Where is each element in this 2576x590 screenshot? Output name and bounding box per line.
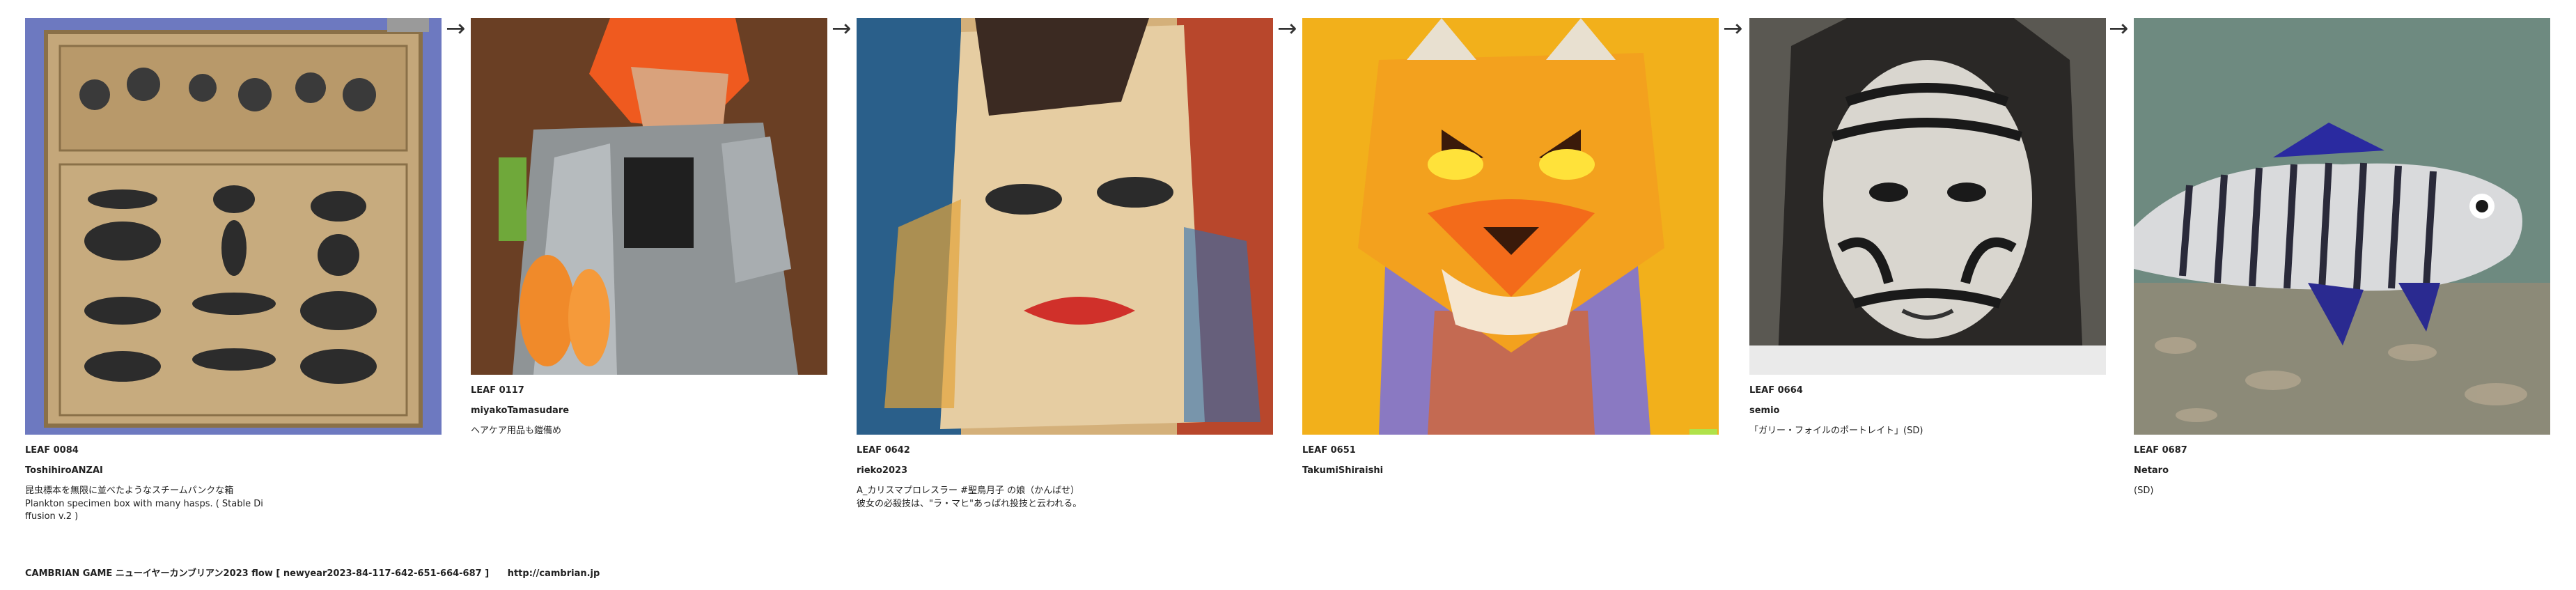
leaf-id: LEAF 0642	[857, 445, 910, 456]
flow-arrow-icon: →	[1723, 15, 1743, 42]
leaf-image-striped-fish[interactable]	[2134, 18, 2550, 435]
leaf-description: 「ガリー・フォイルのポートレイト」(SD)	[1749, 425, 1923, 436]
leaf-image-tattooed-face[interactable]	[1749, 18, 2106, 375]
leaf-author[interactable]: miyakoTamasudare	[471, 405, 827, 418]
leaf-author[interactable]: Netaro	[2134, 465, 2550, 478]
leaf-image-specimen-box[interactable]	[25, 18, 442, 435]
leaf-id: LEAF 0664	[1749, 385, 1803, 396]
leaf-id: LEAF 0117	[471, 385, 524, 396]
leaf-description: 昆虫標本を無限に並べたようなスチームパンクな箱 Plankton specime…	[25, 485, 263, 522]
leaf-card-0664[interactable]: LEAF 0664 semio 「ガリー・フォイルのポートレイト」(SD)	[1749, 18, 2106, 438]
leaf-author[interactable]: ToshihiroANZAI	[25, 465, 442, 478]
leaf-card-0687[interactable]: LEAF 0687 Netaro (SD)	[2134, 18, 2550, 498]
leaf-image-painted-face[interactable]	[857, 18, 1273, 435]
leaf-id: LEAF 0687	[2134, 445, 2187, 456]
flow-arrow-icon: →	[832, 15, 852, 42]
leaf-author[interactable]: rieko2023	[857, 465, 1273, 478]
leaf-id: LEAF 0651	[1302, 445, 1356, 456]
flow-arrow-icon: →	[2109, 15, 2129, 42]
leaf-description: ヘアケア用品も鎧備め	[471, 425, 562, 436]
leaf-image-tiger[interactable]	[1302, 18, 1719, 435]
leaf-author[interactable]: TakumiShiraishi	[1302, 465, 1719, 478]
footer-site-link[interactable]: http://cambrian.jp	[508, 568, 600, 579]
leaf-description: A_カリスマプロレスラー #聖鳥月子 の娘（かんばせ） 彼女の必殺技は、"ラ・マ…	[857, 485, 1082, 509]
leaf-card-0642[interactable]: LEAF 0642 rieko2023 A_カリスマプロレスラー #聖鳥月子 の…	[857, 18, 1273, 511]
leaf-card-0117[interactable]: LEAF 0117 miyakoTamasudare ヘアケア用品も鎧備め	[471, 18, 827, 438]
footer-flow-title: CAMBRIAN GAME ニューイヤーカンブリアン2023 flow [ ne…	[25, 568, 490, 579]
leaf-author[interactable]: semio	[1749, 405, 2106, 418]
leaf-id: LEAF 0084	[25, 445, 79, 456]
footer: CAMBRIAN GAME ニューイヤーカンブリアン2023 flow [ ne…	[25, 566, 615, 579]
leaf-card-0084[interactable]: LEAF 0084 ToshihiroANZAI 昆虫標本を無限に並べたようなス…	[25, 18, 442, 524]
flow-arrow-icon: →	[446, 15, 466, 42]
leaf-description: (SD)	[2134, 485, 2154, 496]
leaf-card-0651[interactable]: LEAF 0651 TakumiShiraishi	[1302, 18, 1719, 485]
leaf-image-armor-carrot[interactable]	[471, 18, 827, 375]
flow-arrow-icon: →	[1277, 15, 1297, 42]
